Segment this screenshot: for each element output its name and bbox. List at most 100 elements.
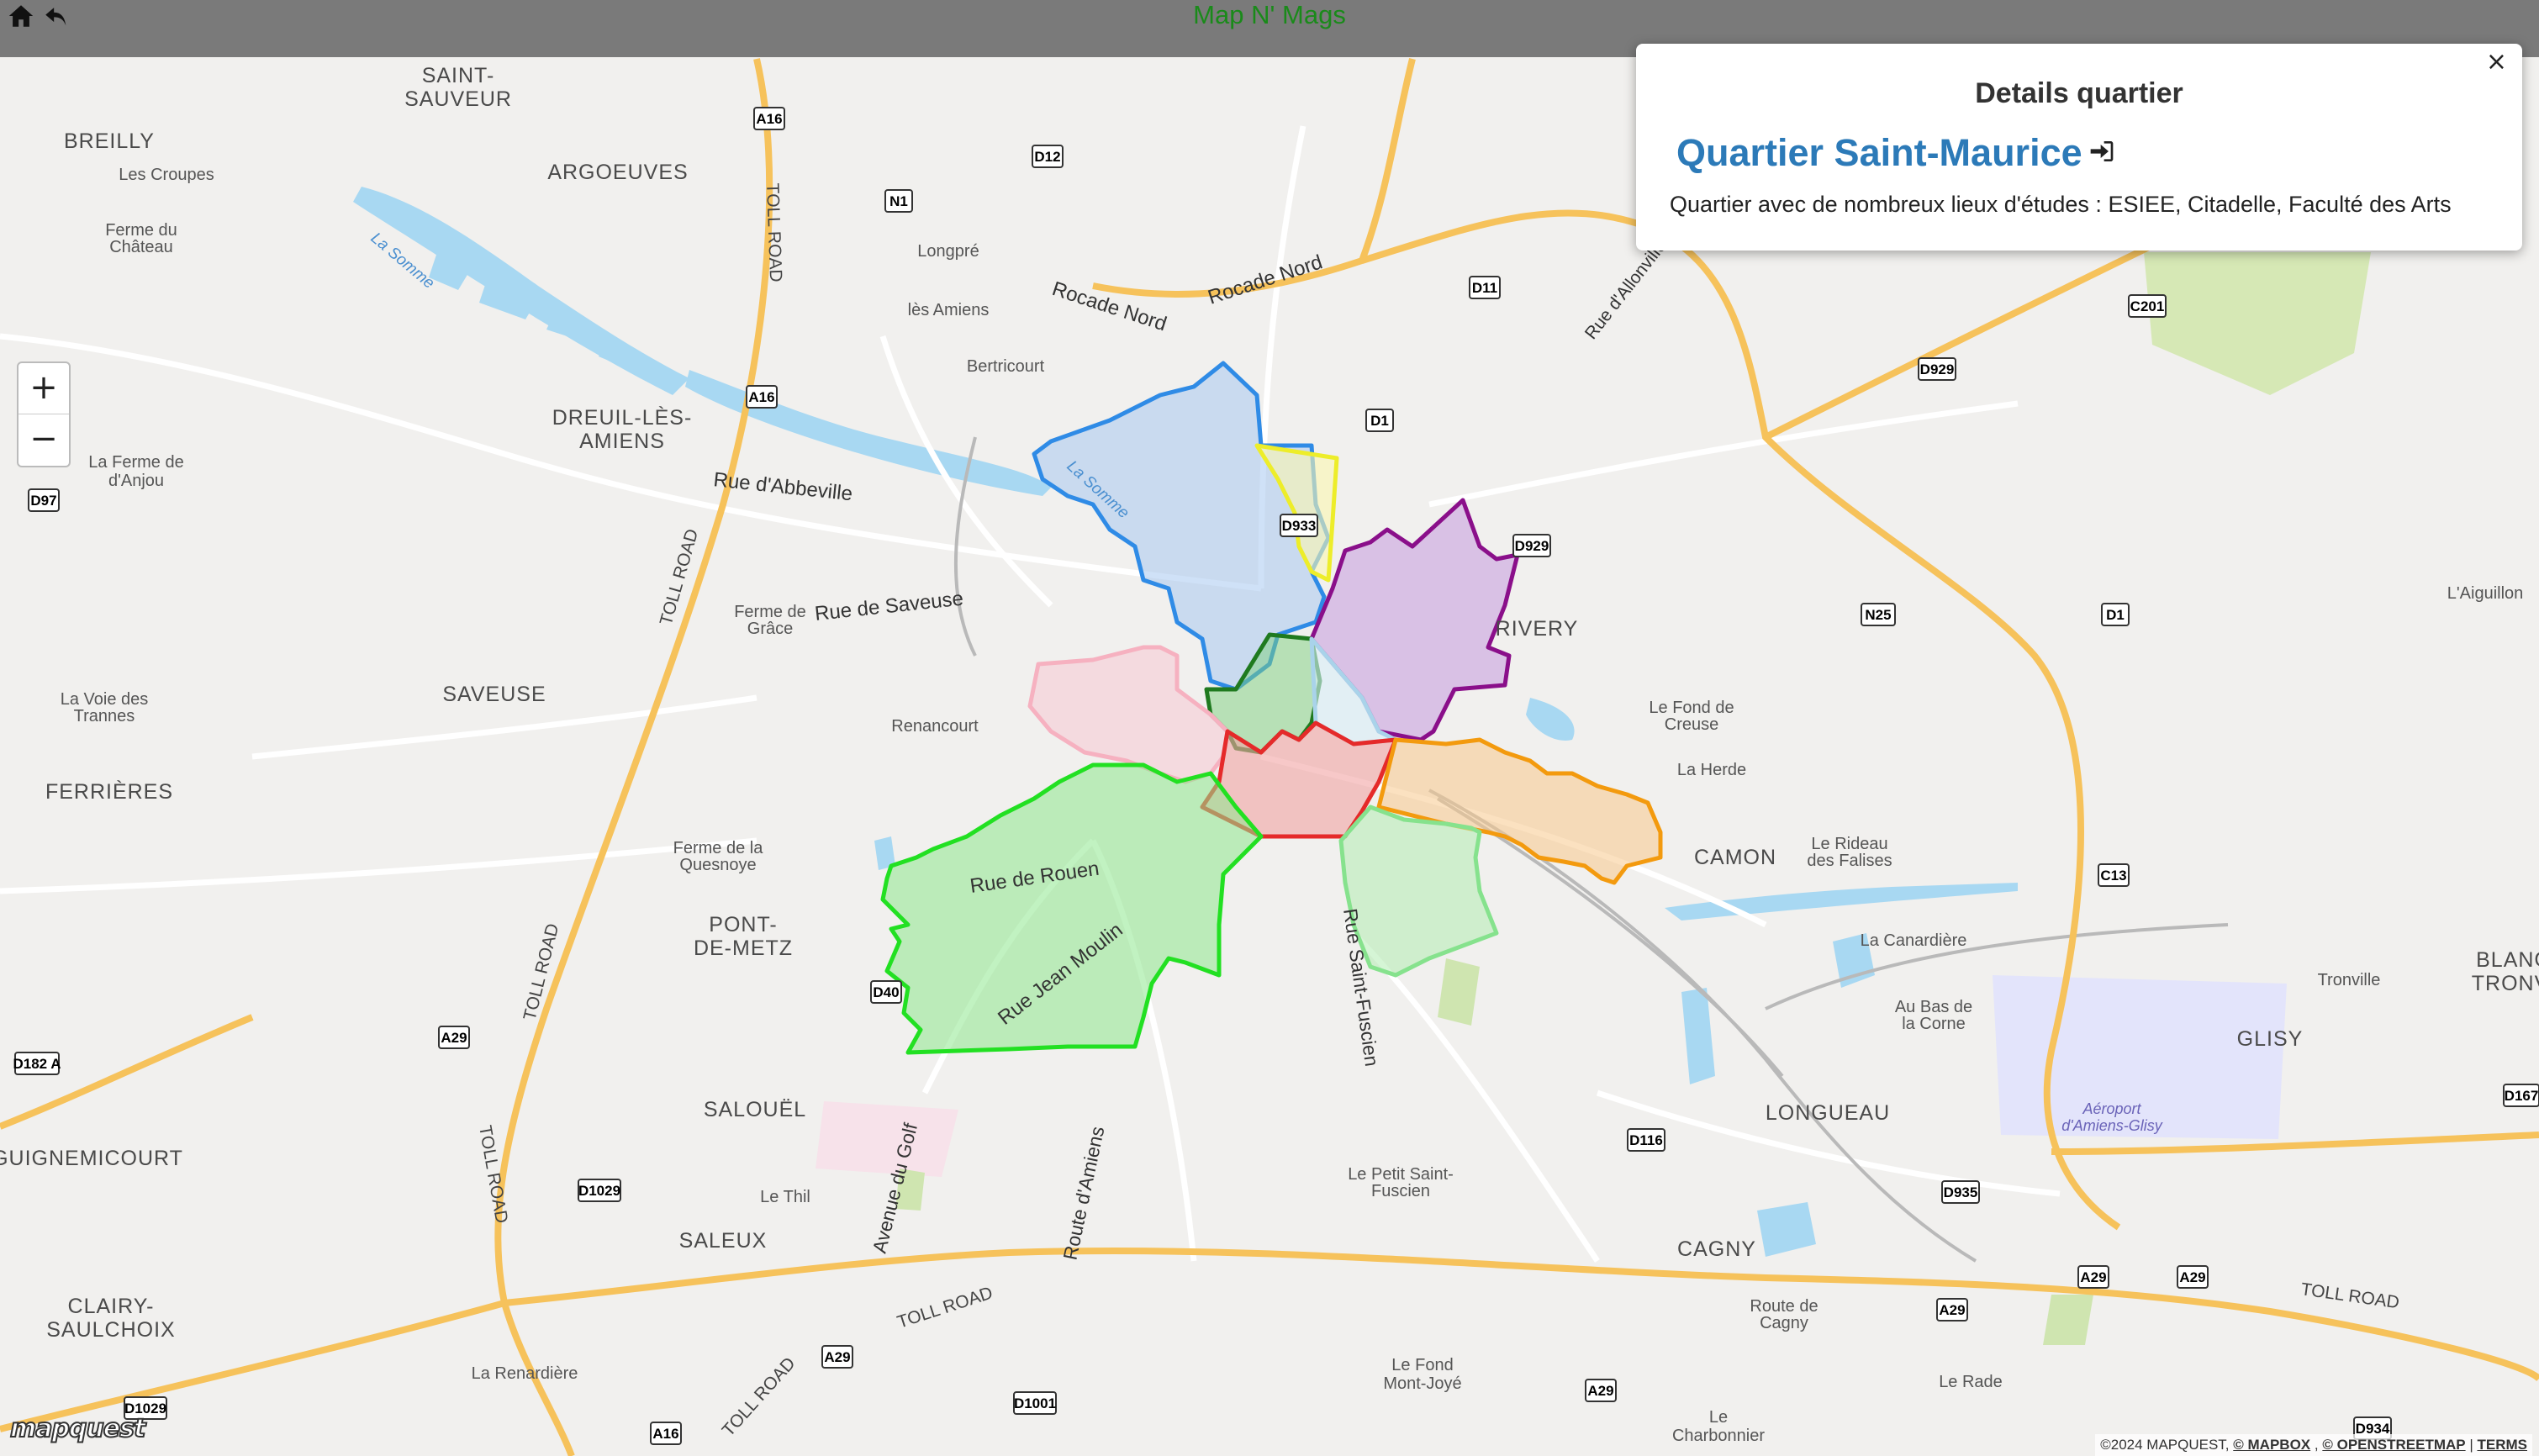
svg-text:SAULCHOIX: SAULCHOIX (46, 1318, 175, 1342)
svg-text:D167: D167 (2505, 1088, 2539, 1104)
svg-text:DE-METZ: DE-METZ (694, 936, 793, 960)
svg-text:C13: C13 (2100, 868, 2126, 884)
shield-d182a: D182 A (13, 1052, 61, 1075)
svg-text:N1: N1 (889, 193, 908, 209)
svg-text:Quesnoye: Quesnoye (679, 856, 756, 874)
shield-d1: D1 (1365, 409, 1394, 432)
svg-text:N25: N25 (1865, 607, 1891, 623)
svg-text:Charbonnier: Charbonnier (1672, 1427, 1765, 1445)
shield-a29c: A29 (2177, 1265, 2209, 1289)
svg-text:Route de: Route de (1750, 1297, 1818, 1316)
zoom-out-button[interactable]: − (18, 414, 69, 465)
svg-text:D116: D116 (1629, 1132, 1663, 1148)
svg-text:SAUVEUR: SAUVEUR (404, 87, 512, 111)
svg-text:SALEUX: SALEUX (679, 1229, 768, 1253)
svg-text:Le Rade: Le Rade (1939, 1373, 2003, 1391)
svg-text:Creuse: Creuse (1665, 715, 1718, 734)
svg-text:D12: D12 (1034, 149, 1060, 165)
map-view[interactable]: SAINT- SAUVEUR BREILLY Les Croupes ARGOE… (0, 57, 2539, 1456)
svg-text:Ferme de la: Ferme de la (673, 839, 764, 857)
attribution-comma: , (2314, 1437, 2319, 1453)
shield-d929b: D929 (1512, 534, 1551, 557)
svg-text:D1001: D1001 (1014, 1395, 1056, 1411)
svg-text:Tronville: Tronville (2318, 971, 2381, 989)
shield-a29f: A29 (1585, 1379, 1617, 1402)
svg-text:Le Petit Saint-: Le Petit Saint- (1348, 1165, 1454, 1184)
district-details-popup: × Details quartier Quartier Saint-Mauric… (1636, 44, 2522, 251)
svg-text:La Canardière: La Canardière (1861, 931, 1967, 950)
shield-d12: D12 (1032, 145, 1064, 168)
zoom-in-button[interactable]: + (18, 363, 69, 414)
svg-text:A29: A29 (2080, 1269, 2106, 1285)
map-attribution: ©2024 MAPQUEST, © MAPBOX , © OPENSTREETM… (2095, 1434, 2532, 1456)
svg-text:Château: Château (109, 238, 173, 256)
terms-link[interactable]: TERMS (2478, 1437, 2528, 1453)
svg-text:LONGUEAU: LONGUEAU (1766, 1101, 1890, 1125)
svg-text:GLISY: GLISY (2237, 1027, 2304, 1051)
shield-d933: D933 (1280, 514, 1318, 537)
svg-text:D40: D40 (873, 984, 899, 1000)
svg-text:C201: C201 (2130, 298, 2165, 314)
svg-text:CAGNY: CAGNY (1677, 1237, 1756, 1261)
mapquest-logo: mapquest (9, 1413, 146, 1444)
svg-text:D1029: D1029 (578, 1183, 620, 1199)
shield-d929: D929 (1918, 357, 1956, 381)
svg-text:Au Bas de: Au Bas de (1895, 998, 1972, 1016)
svg-text:TRONVI: TRONVI (2472, 972, 2539, 995)
svg-text:BREILLY: BREILLY (64, 129, 155, 153)
mapbox-link[interactable]: © MAPBOX (2233, 1437, 2310, 1453)
svg-text:RIVERY: RIVERY (1496, 617, 1579, 641)
svg-text:Les Croupes: Les Croupes (119, 166, 214, 184)
shield-a29d: A29 (1936, 1298, 1968, 1321)
svg-text:d'Amiens-Glisy: d'Amiens-Glisy (2061, 1117, 2162, 1134)
svg-text:D935: D935 (1944, 1184, 1978, 1200)
shield-d11: D11 (1469, 276, 1501, 299)
svg-text:d'Anjou: d'Anjou (108, 472, 164, 490)
svg-text:Le Rideau: Le Rideau (1811, 835, 1887, 853)
svg-text:D11: D11 (1472, 280, 1497, 296)
svg-text:BLANG: BLANG (2476, 948, 2539, 972)
shield-a16: A16 (753, 107, 785, 130)
svg-text:Aéroport: Aéroport (2082, 1100, 2141, 1117)
shield-d40: D40 (870, 980, 902, 1004)
map-canvas[interactable]: SAINT- SAUVEUR BREILLY Les Croupes ARGOE… (0, 57, 2539, 1456)
svg-text:Cagny: Cagny (1760, 1314, 1808, 1332)
svg-text:Renancourt: Renancourt (891, 717, 979, 736)
openstreetmap-link[interactable]: © OPENSTREETMAP (2322, 1437, 2465, 1453)
shield-d97: D97 (28, 488, 60, 512)
svg-text:AMIENS: AMIENS (579, 430, 665, 453)
attribution-separator: | (2469, 1437, 2473, 1453)
svg-text:D1: D1 (2106, 607, 2125, 623)
svg-text:A16: A16 (652, 1426, 678, 1442)
svg-text:La Herde: La Herde (1677, 761, 1746, 779)
shield-d935: D935 (1941, 1180, 1980, 1204)
svg-text:SALOUËL: SALOUËL (704, 1098, 806, 1121)
district-name-link[interactable]: Quartier Saint-Maurice (1676, 131, 2082, 175)
shield-a16c: A16 (650, 1422, 682, 1445)
shield-n25: N25 (1861, 603, 1896, 626)
svg-text:La Voie des: La Voie des (61, 690, 149, 709)
district-description: Quartier avec de nombreux lieux d'études… (1670, 192, 2452, 217)
close-icon[interactable]: × (2486, 47, 2507, 76)
svg-text:D182 A: D182 A (13, 1056, 61, 1072)
svg-text:ARGOEUVES: ARGOEUVES (547, 161, 688, 184)
shield-d1001: D1001 (1013, 1391, 1057, 1415)
svg-text:D1: D1 (1370, 413, 1389, 429)
sign-in-icon[interactable] (2088, 138, 2115, 165)
svg-text:A29: A29 (1939, 1302, 1965, 1318)
svg-text:Longpré: Longpré (917, 242, 979, 261)
svg-text:PONT-: PONT- (709, 913, 777, 936)
shield-c201: C201 (2128, 294, 2167, 318)
svg-text:Le Thil: Le Thil (760, 1188, 810, 1206)
svg-text:Bertricourt: Bertricourt (967, 357, 1045, 376)
svg-text:GUIGNEMICOURT: GUIGNEMICOURT (0, 1147, 183, 1170)
shield-d1029: D1029 (578, 1179, 621, 1202)
popup-heading: Details quartier (1975, 77, 2183, 109)
svg-text:la Corne: la Corne (1902, 1015, 1966, 1033)
svg-text:A29: A29 (441, 1030, 467, 1046)
shield-a29b: A29 (2077, 1265, 2109, 1289)
svg-text:D933: D933 (1282, 518, 1317, 534)
svg-text:des Falises: des Falises (1807, 852, 1892, 870)
attribution-year: ©2024 MAPQUEST, (2100, 1437, 2230, 1453)
svg-text:La Renardière: La Renardière (472, 1364, 578, 1383)
